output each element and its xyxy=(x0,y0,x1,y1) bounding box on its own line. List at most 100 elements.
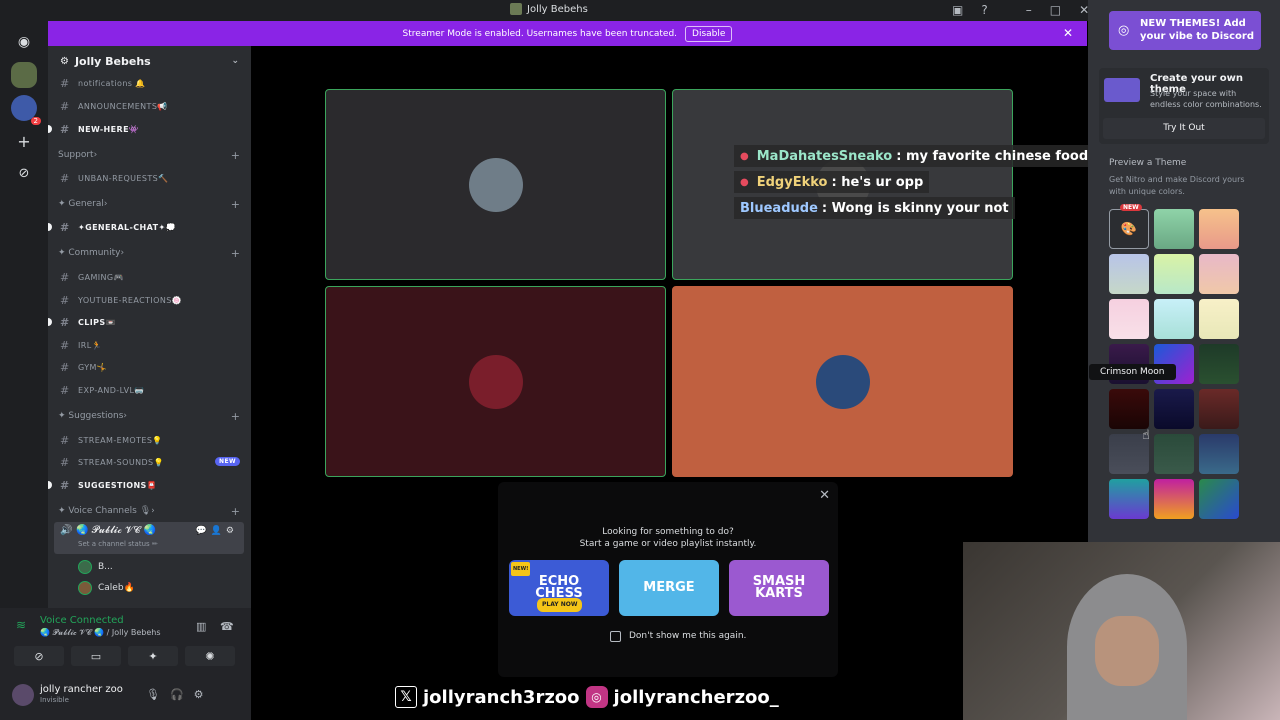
instagram-icon: ◎ xyxy=(585,686,608,708)
add-channel-icon[interactable]: + xyxy=(231,149,240,162)
channel-sidebar: ⚙ Jolly Bebehs ⌄ # notifications 🔔 # ANNOUN… xyxy=(48,46,251,608)
voice-member[interactable]: B... xyxy=(78,560,113,574)
disable-button[interactable]: Disable xyxy=(685,25,733,42)
category-header[interactable]: ✦ General › + xyxy=(58,198,244,211)
theme-swatch[interactable] xyxy=(1199,254,1239,294)
add-channel-icon[interactable]: + xyxy=(231,410,240,423)
hash-icon: # xyxy=(60,478,70,492)
voice-location[interactable]: 🌏 𝓟𝓾𝓫𝓵𝓲𝓬 𝓥𝓒 🌏 / Jolly Bebehs xyxy=(40,628,161,638)
theme-swatch[interactable] xyxy=(1154,299,1194,339)
category-header[interactable]: ✦ Community › + xyxy=(58,247,244,260)
theme-swatch[interactable] xyxy=(1199,344,1239,384)
voice-channel-actions[interactable]: 💬👤⚙ xyxy=(196,526,238,536)
theme-swatch[interactable] xyxy=(1154,389,1194,429)
user-controls[interactable]: 🎙🎧⚙ xyxy=(146,688,214,701)
activities-button[interactable]: ✦ xyxy=(128,646,178,666)
close-banner-icon[interactable]: ✕ xyxy=(1063,26,1073,40)
participant-tile[interactable] xyxy=(325,286,666,477)
theme-swatch[interactable] xyxy=(1154,434,1194,474)
channel-item[interactable]: # NEW-HERE👾 xyxy=(48,120,242,138)
channel-item[interactable]: # GYM🤸 xyxy=(60,358,242,376)
category-header[interactable]: ✦ Voice Channels 🎙 › + xyxy=(58,505,244,518)
channel-label: STREAM-SOUNDS💡 xyxy=(78,457,164,467)
theme-swatch[interactable] xyxy=(1109,254,1149,294)
banner-message: Streamer Mode is enabled. Usernames have… xyxy=(402,28,678,39)
channel-item[interactable]: # SUGGESTIONS📮 xyxy=(48,476,242,494)
channel-label: GAMING🎮 xyxy=(78,272,124,282)
add-channel-icon[interactable]: + xyxy=(231,505,240,518)
channel-item[interactable]: # GAMING🎮 xyxy=(60,268,242,286)
discover-icon[interactable]: ⊘ xyxy=(11,160,37,186)
discord-home-icon[interactable]: ◉ xyxy=(11,29,37,55)
channel-item[interactable]: # notifications 🔔 xyxy=(60,74,242,92)
unread-indicator xyxy=(48,318,52,326)
participant-tile[interactable] xyxy=(325,89,666,280)
theme-swatch[interactable] xyxy=(1199,209,1239,249)
chevron-icon: › xyxy=(120,248,125,258)
theme-swatch[interactable] xyxy=(1199,299,1239,339)
inbox-icon[interactable]: ▣ xyxy=(952,3,963,17)
new-themes-promo[interactable]: ◎ NEW THEMES! Add your vibe to Discord xyxy=(1109,11,1261,50)
theme-swatch[interactable] xyxy=(1109,299,1149,339)
channel-status-input[interactable]: Set a channel status ✏ xyxy=(78,540,158,548)
avatar xyxy=(469,158,523,212)
server-other[interactable]: 2 xyxy=(11,95,41,125)
game-echo-chess[interactable]: ECHO CHESS PLAY NOW NEW! xyxy=(509,560,609,616)
avatar xyxy=(816,355,870,409)
noise-suppression-icon[interactable]: ▥ xyxy=(196,620,206,633)
channel-item[interactable]: # EXP-AND-LVL🥽 xyxy=(60,381,242,399)
cursor-icon: ☝ xyxy=(1142,428,1150,443)
channel-item[interactable]: # IRL🏃 xyxy=(60,336,242,354)
channel-item[interactable]: # UNBAN-REQUESTS🔨 xyxy=(60,169,242,187)
voice-channel-public-vc[interactable]: 🔊 🌏 𝓟𝓾𝓫𝓵𝓲𝓬 𝓥𝓒 🌏 Set a channel status ✏ 💬… xyxy=(54,522,244,554)
game-merge[interactable]: MERGE xyxy=(619,560,719,616)
channel-item[interactable]: # STREAM-SOUNDS💡 NEW xyxy=(60,453,242,471)
minimize-icon[interactable]: – xyxy=(1026,3,1032,17)
channel-item[interactable]: # STREAM-EMOTES💡 xyxy=(60,431,242,449)
chat-text: : Wong is skinny your not xyxy=(821,200,1009,216)
chat-username: Blueadude xyxy=(740,200,818,216)
user-avatar[interactable] xyxy=(12,684,34,706)
screen-share-button[interactable]: ▭ xyxy=(71,646,121,666)
channel-item[interactable]: # ANNOUNCEMENTS📢 xyxy=(60,97,242,115)
add-channel-icon[interactable]: + xyxy=(231,198,240,211)
signal-icon[interactable]: ≋ xyxy=(16,618,26,632)
channel-item[interactable]: # YOUTUBE-REACTIONS🍥 xyxy=(60,291,242,309)
participant-tile[interactable] xyxy=(672,286,1013,477)
game-smash-karts[interactable]: SMASH KARTS xyxy=(729,560,829,616)
channel-item[interactable]: # ✦GENERAL-CHAT✦💭 xyxy=(48,218,242,236)
category-label: ✦ Voice Channels 🎙 xyxy=(58,506,152,516)
camera-off-button[interactable]: ⊘ xyxy=(14,646,64,666)
category-header[interactable]: ✦ Suggestions › + xyxy=(58,410,244,423)
channel-label: UNBAN-REQUESTS🔨 xyxy=(78,173,169,183)
play-now-button[interactable]: PLAY NOW xyxy=(537,598,583,612)
maximize-icon[interactable]: □ xyxy=(1050,3,1061,17)
close-popup-icon[interactable]: ✕ xyxy=(819,488,830,503)
try-it-out-button[interactable]: Try It Out xyxy=(1103,118,1265,139)
theme-swatch[interactable] xyxy=(1199,479,1239,519)
add-channel-icon[interactable]: + xyxy=(231,247,240,260)
voice-member[interactable]: Caleb🔥 xyxy=(78,581,135,595)
dont-show-checkbox[interactable] xyxy=(610,631,621,642)
channel-item[interactable]: # CLIPS📼 xyxy=(48,313,242,331)
theme-swatch[interactable] xyxy=(1154,254,1194,294)
category-header[interactable]: Support › + xyxy=(58,149,244,162)
popup-subheading: Start a game or video playlist instantly… xyxy=(579,539,757,549)
bullet-icon: ● xyxy=(740,150,749,162)
theme-swatch[interactable] xyxy=(1199,389,1239,429)
disconnect-icon[interactable]: ☎ xyxy=(220,620,234,633)
theme-swatch[interactable] xyxy=(1109,479,1149,519)
soundboard-button[interactable]: ✺ xyxy=(185,646,235,666)
theme-swatch[interactable] xyxy=(1154,479,1194,519)
add-server-icon[interactable]: + xyxy=(11,128,37,154)
help-icon[interactable]: ? xyxy=(981,3,987,17)
theme-swatch[interactable] xyxy=(1154,209,1194,249)
user-name[interactable]: jolly rancher zoo xyxy=(40,684,123,695)
theme-swatch[interactable] xyxy=(1199,434,1239,474)
chevron-icon: › xyxy=(93,150,98,160)
custom-theme-swatch[interactable]: 🎨 xyxy=(1109,209,1149,249)
theme-swatch[interactable] xyxy=(1109,389,1149,429)
server-header[interactable]: ⚙ Jolly Bebehs ⌄ xyxy=(48,46,251,76)
server-jolly-bebehs[interactable] xyxy=(11,62,37,88)
chat-message: Blueadude : Wong is skinny your not xyxy=(734,197,1015,219)
